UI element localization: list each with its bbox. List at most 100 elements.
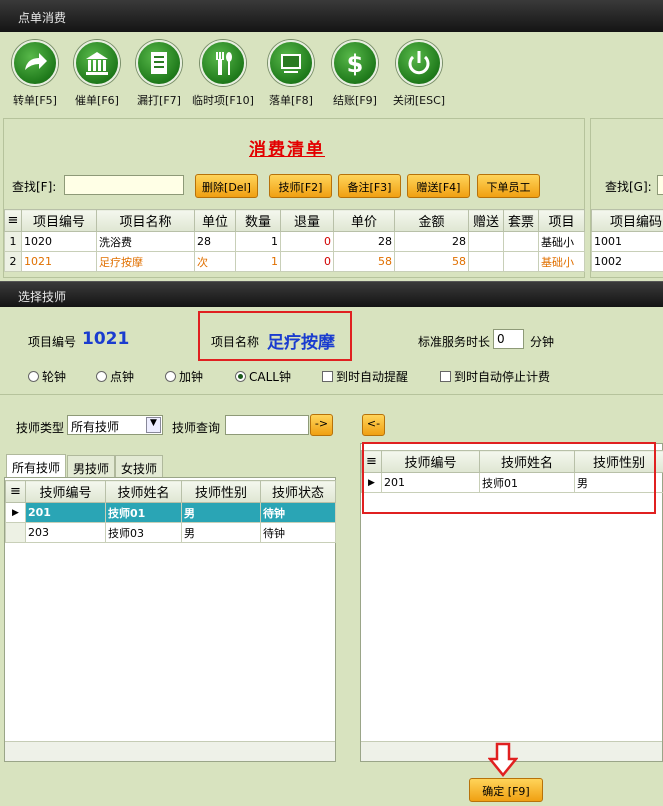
column-header[interactable]: 项目名称 bbox=[96, 209, 195, 232]
item-unit: 次 bbox=[194, 251, 236, 272]
duration-input[interactable]: 0 bbox=[493, 329, 524, 349]
place-order-button[interactable]: 落单[F8] bbox=[260, 40, 322, 108]
check-auto-stop[interactable]: 到时自动停止计费 bbox=[440, 368, 550, 385]
tab-female-therapists[interactable]: 女技师 bbox=[115, 455, 164, 477]
toolbar-label: 临时项[F10] bbox=[192, 94, 254, 107]
item-package bbox=[503, 231, 539, 252]
column-header[interactable]: 套票 bbox=[503, 209, 539, 232]
check-auto-remind[interactable]: 到时自动提醒 bbox=[322, 368, 408, 385]
row-number: 1 bbox=[4, 231, 22, 252]
search-input[interactable] bbox=[64, 175, 184, 195]
therapist-gender: 男 bbox=[181, 502, 261, 523]
therapist-gender: 男 bbox=[181, 522, 261, 543]
column-header[interactable]: 技师状态 bbox=[260, 480, 336, 503]
bank-icon bbox=[74, 40, 120, 86]
column-header[interactable]: 项目 bbox=[538, 209, 585, 232]
monitor-icon bbox=[268, 40, 314, 86]
gift-button[interactable]: 赠送[F4] bbox=[407, 174, 470, 198]
table-row[interactable]: 1 1020 洗浴费 28 1 0 28 28 基础小 bbox=[4, 231, 585, 252]
column-header[interactable]: 单价 bbox=[333, 209, 395, 232]
item-search-input[interactable] bbox=[657, 175, 663, 195]
column-header[interactable]: 技师姓名 bbox=[105, 480, 182, 503]
toolbar-label: 转单[F5] bbox=[13, 94, 57, 107]
duration-label: 标准服务时长 bbox=[418, 335, 491, 349]
table-row[interactable]: 2 1021 足疗按摩 次 1 0 58 58 基础小 bbox=[4, 251, 585, 272]
select-therapist-dialog: 项目编号 1021 项目名称 足疗按摩 标准服务时长 0 分钟 轮钟 点钟 加钟… bbox=[0, 307, 663, 806]
column-header[interactable]: 技师编号 bbox=[25, 480, 106, 503]
radio-dianzhong[interactable]: 点钟 bbox=[96, 368, 134, 385]
therapist-button[interactable]: 技师[F2] bbox=[269, 174, 332, 198]
column-header[interactable]: 技师性别 bbox=[181, 480, 261, 503]
item-code-label: 项目编号 bbox=[28, 335, 77, 349]
confirm-button[interactable]: 确定 [F9] bbox=[469, 778, 543, 802]
remark-button[interactable]: 备注[F3] bbox=[338, 174, 401, 198]
transfer-arrow-icon bbox=[12, 40, 58, 86]
horizontal-scrollbar[interactable] bbox=[5, 741, 335, 761]
radio-call[interactable]: CALL钟 bbox=[235, 368, 291, 385]
back-button[interactable]: <- bbox=[362, 414, 385, 436]
item-qty: 1 bbox=[235, 251, 281, 272]
available-therapists-pane: ≡ 技师编号 技师姓名 技师性别 技师状态 ▶ 201 技师01 男 待钟 20… bbox=[4, 477, 336, 762]
item-name: 洗浴费 bbox=[96, 231, 195, 252]
item-unit: 28 bbox=[194, 231, 236, 252]
column-header[interactable]: 项目编码 bbox=[591, 209, 663, 232]
dollar-icon: $ bbox=[332, 40, 378, 86]
tab-all-therapists[interactable]: 所有技师 bbox=[6, 454, 67, 477]
radio-icon bbox=[165, 371, 176, 382]
item-code: 1020 bbox=[21, 231, 97, 252]
go-button[interactable]: -> bbox=[310, 414, 333, 436]
column-header[interactable]: 退量 bbox=[280, 209, 334, 232]
chevron-down-icon: ▼ bbox=[146, 417, 161, 433]
delete-button[interactable]: 删除[Del] bbox=[195, 174, 258, 198]
column-header[interactable]: 项目编号 bbox=[21, 209, 97, 232]
reprint-button[interactable]: 漏打[F7] bbox=[128, 40, 190, 108]
item-package bbox=[503, 251, 539, 272]
item-code: 1021 bbox=[21, 251, 97, 272]
dialog-titlebar: 选择技师 bbox=[0, 281, 663, 307]
table-row[interactable]: 1001 bbox=[591, 231, 663, 252]
table-row[interactable]: ▶ 201 技师01 男 待钟 bbox=[5, 502, 336, 523]
item-code: 1001 bbox=[591, 231, 663, 252]
window-titlebar: 点单消费 bbox=[0, 0, 663, 32]
radio-lunzhong[interactable]: 轮钟 bbox=[28, 368, 66, 385]
column-header[interactable]: 赠送 bbox=[468, 209, 504, 232]
therapist-code: 203 bbox=[25, 522, 106, 543]
available-therapists-table: ≡ 技师编号 技师姓名 技师性别 技师状态 ▶ 201 技师01 男 待钟 20… bbox=[5, 480, 336, 543]
type-select[interactable]: 所有技师 ▼ bbox=[67, 415, 163, 435]
radio-jiazhong[interactable]: 加钟 bbox=[165, 368, 203, 385]
radio-icon bbox=[235, 371, 246, 382]
toolbar-label: 落单[F8] bbox=[269, 94, 313, 107]
row-number: 2 bbox=[4, 251, 22, 272]
checkout-button[interactable]: $ 结账[F9] bbox=[324, 40, 386, 108]
toolbar-label: 结账[F9] bbox=[333, 94, 377, 107]
table-row[interactable]: 203 技师03 男 待钟 bbox=[5, 522, 336, 543]
radio-icon bbox=[28, 371, 39, 382]
window-title: 点单消费 bbox=[18, 11, 67, 25]
transfer-order-button[interactable]: 转单[F5] bbox=[4, 40, 66, 108]
close-button[interactable]: 关闭[ESC] bbox=[388, 40, 450, 108]
urge-order-button[interactable]: 催单[F6] bbox=[66, 40, 128, 108]
therapist-name: 技师03 bbox=[105, 522, 182, 543]
order-staff-button[interactable]: 下单员工 bbox=[477, 174, 540, 198]
item-amount: 28 bbox=[394, 231, 469, 252]
duration-unit: 分钟 bbox=[530, 335, 555, 349]
temp-item-button[interactable]: 临时项[F10] bbox=[192, 40, 254, 108]
query-label: 技师查询 bbox=[172, 421, 221, 435]
item-return: 0 bbox=[280, 251, 334, 272]
column-header[interactable]: 金额 bbox=[394, 209, 469, 232]
cutlery-icon bbox=[200, 40, 246, 86]
search-label: 查找[F]: bbox=[12, 180, 57, 194]
query-input[interactable] bbox=[225, 415, 309, 435]
column-header[interactable]: 单位 bbox=[194, 209, 236, 232]
table-row[interactable]: 1002 bbox=[591, 251, 663, 272]
checkbox-icon bbox=[322, 371, 333, 382]
consume-title: 消费清单 bbox=[249, 140, 325, 160]
item-list-panel: 查找[G]: 项目编码 1001 1002 bbox=[590, 118, 663, 278]
item-code-value: 1021 bbox=[82, 329, 130, 349]
item-search-label: 查找[G]: bbox=[605, 180, 652, 194]
tab-male-therapists[interactable]: 男技师 bbox=[67, 455, 116, 477]
item-return: 0 bbox=[280, 231, 334, 252]
power-icon bbox=[396, 40, 442, 86]
item-price: 58 bbox=[333, 251, 395, 272]
column-header[interactable]: 数量 bbox=[235, 209, 281, 232]
